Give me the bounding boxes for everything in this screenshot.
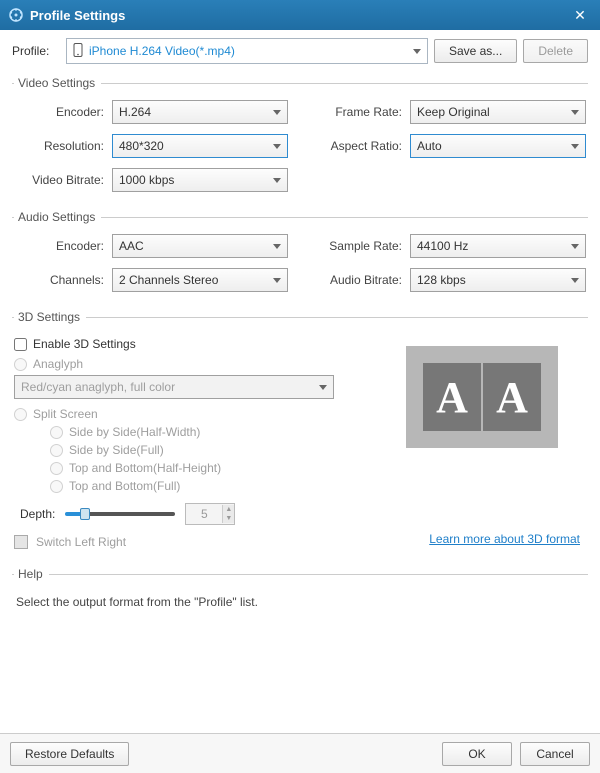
- learn-more-3d-link[interactable]: Learn more about 3D format: [429, 532, 580, 546]
- anaglyph-radio: [14, 358, 27, 371]
- enable-3d-label: Enable 3D Settings: [33, 337, 136, 351]
- tb-half-label: Top and Bottom(Half-Height): [69, 461, 221, 475]
- spin-down-icon: ▼: [222, 514, 234, 523]
- audio-encoder-label: Encoder:: [14, 239, 112, 253]
- window-title: Profile Settings: [30, 8, 568, 23]
- depth-spinner: 5 ▲▼: [185, 503, 235, 525]
- help-group: Help Select the output format from the "…: [12, 567, 588, 613]
- three-d-preview: A A: [406, 346, 558, 448]
- chevron-down-icon: [571, 278, 579, 283]
- enable-3d-checkbox[interactable]: [14, 338, 27, 351]
- video-bitrate-label: Video Bitrate:: [14, 173, 112, 187]
- title-bar: Profile Settings ✕: [0, 0, 600, 30]
- anaglyph-type-select: Red/cyan anaglyph, full color: [14, 375, 334, 399]
- chevron-down-icon: [571, 144, 579, 149]
- app-icon: [8, 7, 24, 23]
- aspect-ratio-label: Aspect Ratio:: [312, 139, 410, 153]
- chevron-down-icon: [273, 178, 281, 183]
- chevron-down-icon: [273, 110, 281, 115]
- frame-rate-select[interactable]: Keep Original: [410, 100, 586, 124]
- split-screen-radio: [14, 408, 27, 421]
- phone-icon: [73, 43, 83, 60]
- help-text: Select the output format from the "Profi…: [14, 591, 586, 613]
- switch-lr-icon: [14, 535, 28, 549]
- channels-select[interactable]: 2 Channels Stereo: [112, 268, 288, 292]
- cancel-button[interactable]: Cancel: [520, 742, 590, 766]
- ok-button[interactable]: OK: [442, 742, 512, 766]
- chevron-down-icon: [571, 110, 579, 115]
- sbs-half-radio: [50, 426, 63, 439]
- video-settings-group: Video Settings Encoder: H.264 Frame Rate…: [12, 76, 588, 192]
- slider-knob[interactable]: [80, 508, 90, 520]
- profile-row: Profile: iPhone H.264 Video(*.mp4) Save …: [12, 38, 588, 64]
- sbs-full-radio: [50, 444, 63, 457]
- chevron-down-icon: [273, 244, 281, 249]
- video-settings-legend: Video Settings: [14, 76, 101, 90]
- audio-settings-legend: Audio Settings: [14, 210, 101, 224]
- chevron-down-icon: [319, 385, 327, 390]
- sbs-half-label: Side by Side(Half-Width): [69, 425, 200, 439]
- audio-bitrate-label: Audio Bitrate:: [312, 273, 410, 287]
- aspect-ratio-select[interactable]: Auto: [410, 134, 586, 158]
- chevron-down-icon: [413, 49, 421, 54]
- sample-rate-label: Sample Rate:: [312, 239, 410, 253]
- depth-slider[interactable]: [65, 512, 175, 516]
- tb-full-label: Top and Bottom(Full): [69, 479, 180, 493]
- preview-letter-left: A: [423, 363, 481, 431]
- save-as-button[interactable]: Save as...: [434, 39, 517, 63]
- sbs-full-label: Side by Side(Full): [69, 443, 164, 457]
- profile-selected-text: iPhone H.264 Video(*.mp4): [89, 44, 413, 58]
- anaglyph-label: Anaglyph: [33, 357, 83, 371]
- split-screen-label: Split Screen: [33, 407, 98, 421]
- resolution-label: Resolution:: [14, 139, 112, 153]
- audio-settings-group: Audio Settings Encoder: AAC Sample Rate:…: [12, 210, 588, 292]
- chevron-down-icon: [571, 244, 579, 249]
- delete-button: Delete: [523, 39, 588, 63]
- channels-label: Channels:: [14, 273, 112, 287]
- video-bitrate-select[interactable]: 1000 kbps: [112, 168, 288, 192]
- chevron-down-icon: [273, 144, 281, 149]
- resolution-select[interactable]: 480*320: [112, 134, 288, 158]
- dialog-body: Profile: iPhone H.264 Video(*.mp4) Save …: [0, 30, 600, 733]
- frame-rate-label: Frame Rate:: [312, 105, 410, 119]
- spin-up-icon: ▲: [222, 505, 234, 514]
- preview-letter-right: A: [483, 363, 541, 431]
- depth-label: Depth:: [20, 507, 55, 521]
- sample-rate-select[interactable]: 44100 Hz: [410, 234, 586, 258]
- video-encoder-select[interactable]: H.264: [112, 100, 288, 124]
- audio-encoder-select[interactable]: AAC: [112, 234, 288, 258]
- restore-defaults-button[interactable]: Restore Defaults: [10, 742, 129, 766]
- tb-full-radio: [50, 480, 63, 493]
- audio-bitrate-select[interactable]: 128 kbps: [410, 268, 586, 292]
- chevron-down-icon: [273, 278, 281, 283]
- switch-lr-label: Switch Left Right: [36, 535, 126, 549]
- close-icon[interactable]: ✕: [568, 3, 592, 27]
- three-d-settings-group: 3D Settings Enable 3D Settings A A Anagl…: [12, 310, 588, 549]
- depth-value: 5: [186, 507, 222, 521]
- tb-half-radio: [50, 462, 63, 475]
- three-d-legend: 3D Settings: [14, 310, 86, 324]
- video-encoder-label: Encoder:: [14, 105, 112, 119]
- help-legend: Help: [14, 567, 49, 581]
- dialog-footer: Restore Defaults OK Cancel: [0, 733, 600, 773]
- profile-label: Profile:: [12, 44, 60, 58]
- profile-select[interactable]: iPhone H.264 Video(*.mp4): [66, 38, 428, 64]
